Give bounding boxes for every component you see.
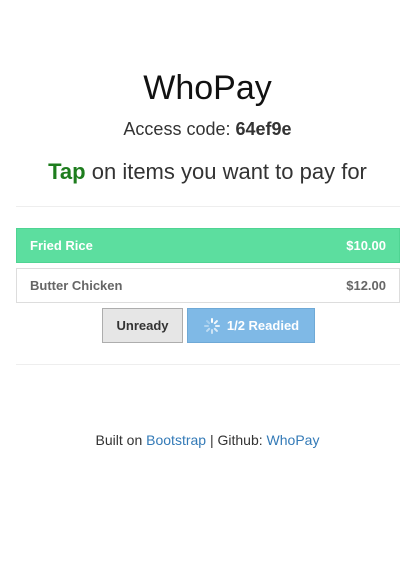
loading-spinner-icon	[203, 317, 221, 335]
github-link[interactable]: WhoPay	[267, 432, 320, 448]
readied-button[interactable]: 1/2 Readied	[187, 308, 315, 343]
footer-separator: | Github:	[209, 432, 263, 448]
instruction-text: Tap on items you want to pay for	[0, 159, 415, 185]
readied-button-label: 1/2 Readied	[226, 318, 300, 333]
access-code-value: 64ef9e	[235, 119, 292, 139]
item-name: Fried Rice	[30, 238, 93, 253]
item-name: Butter Chicken	[30, 278, 123, 293]
access-code-label: Access code:	[123, 119, 231, 139]
item-row-fried-rice[interactable]: Fried Rice $10.00	[16, 228, 400, 263]
access-code-line: Access code: 64ef9e	[0, 119, 415, 140]
divider-top	[16, 206, 400, 207]
app-title: WhoPay	[143, 69, 272, 107]
item-price: $12.00	[346, 278, 386, 293]
footer: Built on Bootstrap | Github: WhoPay	[0, 432, 415, 448]
divider-bottom	[16, 364, 400, 365]
instruction-tap: Tap	[48, 159, 86, 184]
item-row-butter-chicken[interactable]: Butter Chicken $12.00	[16, 268, 400, 303]
unready-button[interactable]: Unready	[102, 308, 183, 343]
instruction-rest: on items you want to pay for	[91, 159, 367, 184]
footer-built-on: Built on	[95, 432, 143, 448]
bootstrap-link[interactable]: Bootstrap	[146, 432, 206, 448]
item-price: $10.00	[346, 238, 386, 253]
unready-button-label: Unready	[116, 318, 169, 333]
